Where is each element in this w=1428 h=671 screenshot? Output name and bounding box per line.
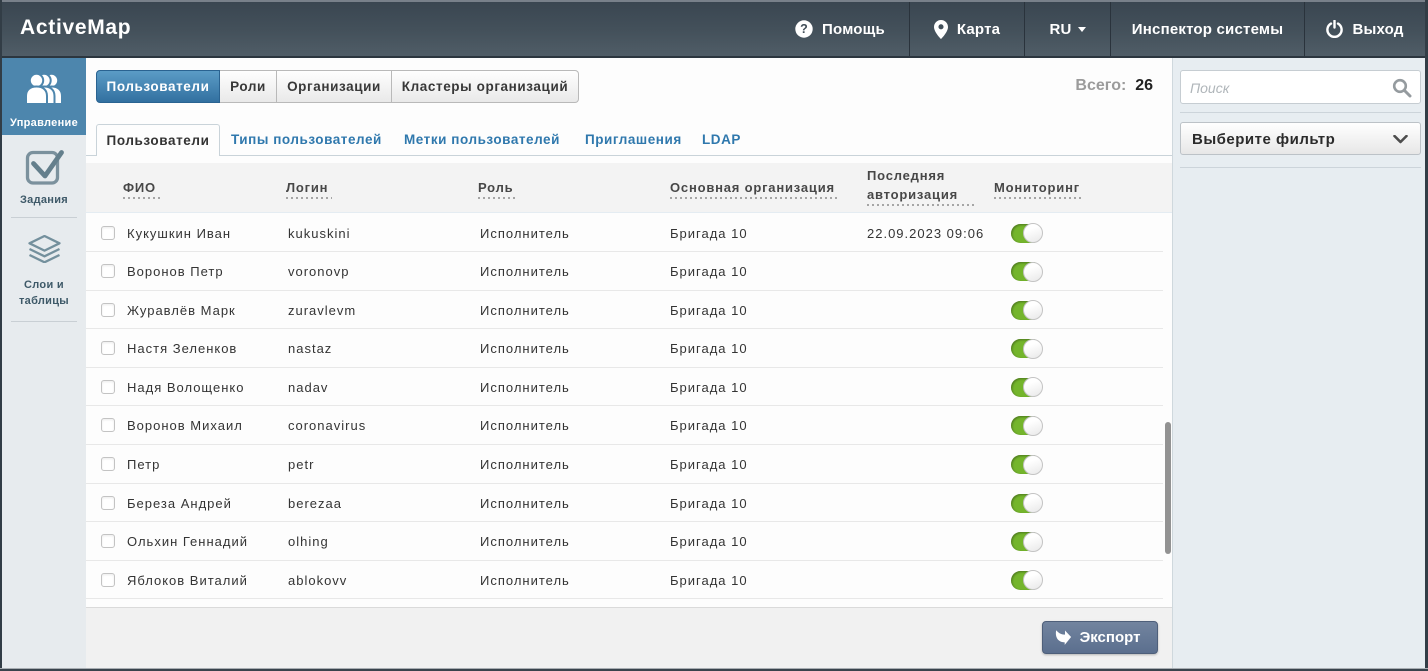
svg-text:?: ?: [800, 22, 808, 36]
